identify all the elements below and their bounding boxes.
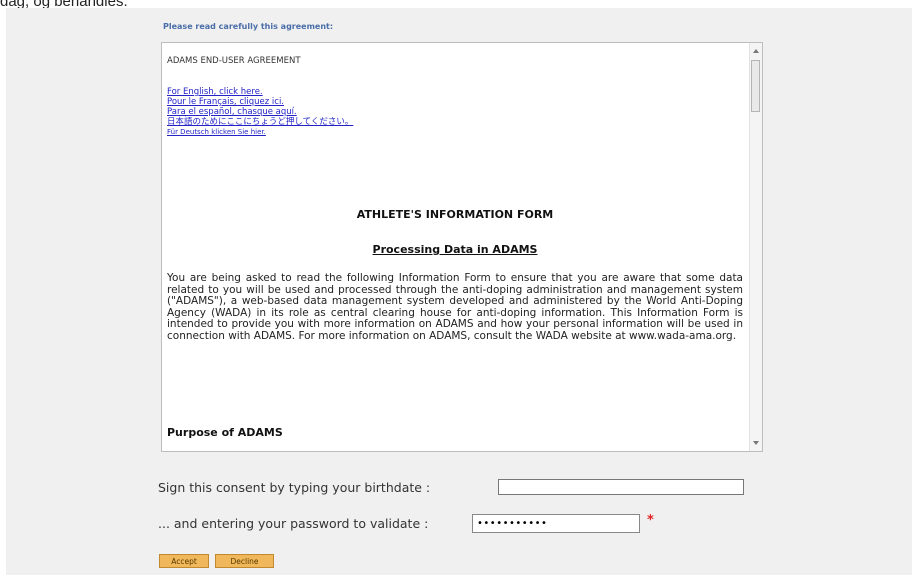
birthdate-input[interactable] [498,479,744,495]
form-subtitle: Processing Data in ADAMS [372,243,538,256]
consent-panel: Please read carefully this agreement: AD… [6,8,912,575]
agreement-heading: ADAMS END-USER AGREEMENT [167,56,301,66]
agreement-prompt: Please read carefully this agreement: [163,22,334,31]
accept-button[interactable]: Accept [159,554,209,568]
decline-button[interactable]: Decline [215,554,274,568]
agreement-document[interactable]: ADAMS END-USER AGREEMENT For English, cl… [161,42,763,452]
link-spanish[interactable]: Para el español, chasque aquí. [167,107,353,117]
link-japanese[interactable]: 日本語のためにここにちょうど押してください。 [167,117,353,127]
form-title: ATHLETE'S INFORMATION FORM [356,208,554,221]
intro-paragraph: You are being asked to read the followin… [167,272,743,342]
section-title: Purpose of ADAMS [167,426,283,439]
document-scrollbar[interactable] [749,43,762,451]
required-marker: * [647,513,654,528]
language-links: For English, click here. Pour le Françai… [167,87,353,137]
link-french[interactable]: Pour le Français, cliquez ici. [167,97,353,107]
link-german[interactable]: Für Deutsch klicken Sie hier. [167,127,353,137]
scroll-down-icon[interactable] [753,441,759,445]
birthdate-label: Sign this consent by typing your birthda… [158,480,431,495]
link-english[interactable]: For English, click here. [167,87,353,97]
scroll-thumb[interactable] [751,60,760,112]
password-input[interactable]: ••••••••••• [472,514,640,533]
scroll-up-icon[interactable] [753,49,759,53]
password-label: ... and entering your password to valida… [158,516,429,531]
